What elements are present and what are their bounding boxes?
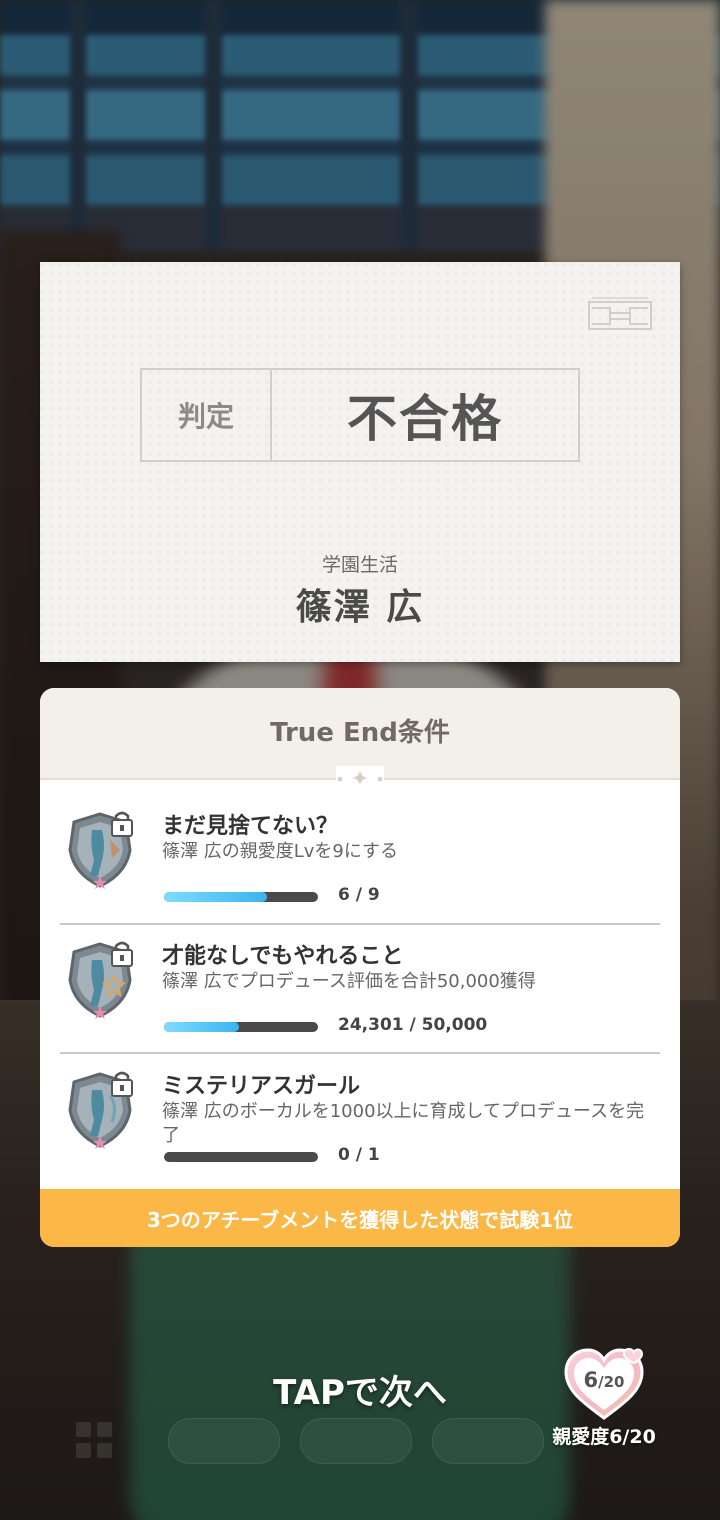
achievement-description: 篠澤 広の親愛度Lvを9にする bbox=[162, 841, 399, 862]
achievement-progress-fill bbox=[164, 1022, 239, 1032]
affection-value: 6 bbox=[583, 1368, 599, 1392]
achievement-progress-text: 24,301 / 50,000 bbox=[338, 1015, 488, 1035]
result-card: 判定 不合格 学園生活 篠澤 広 bbox=[40, 262, 680, 662]
verdict-box: 判定 不合格 bbox=[140, 368, 580, 462]
achievement-item[interactable]: ミステリアスガール 篠澤 広のボーカルを1000以上に育成してプロデュースを完了… bbox=[60, 1058, 660, 1188]
affection-count: 6/20 bbox=[562, 1368, 646, 1392]
achievement-description: 篠澤 広のボーカルを1000以上に育成してプロデュースを完了 bbox=[162, 1101, 645, 1146]
panel-title: True End条件 bbox=[270, 718, 450, 748]
achievement-progress-fill bbox=[164, 892, 267, 902]
achievement-title: 才能なしでもやれること bbox=[162, 944, 404, 969]
achievement-badge-icon bbox=[68, 1071, 133, 1149]
affection-label: 親愛度6/20 bbox=[552, 1426, 656, 1448]
verdict-value: 不合格 bbox=[347, 390, 503, 448]
affection-indicator[interactable]: 6/20 親愛度6/20 bbox=[548, 1346, 660, 1450]
ghost-toolbar-button bbox=[168, 1418, 280, 1464]
true-end-condition-footer: 3つのアチーブメントを獲得した状態で試験1位 bbox=[40, 1189, 680, 1247]
subject-label: 学園生活 bbox=[321, 554, 398, 576]
affection-max: /20 bbox=[598, 1373, 625, 1391]
achievement-title: まだ見捨てない？ bbox=[162, 814, 339, 839]
ghost-menu-icon bbox=[76, 1422, 112, 1458]
ghost-toolbar-button bbox=[432, 1418, 544, 1464]
achievement-item[interactable]: まだ見捨てない？ 篠澤 広の親愛度Lvを9にする 6 / 9 bbox=[60, 798, 660, 928]
achievement-progress-bar bbox=[164, 1022, 318, 1032]
lock-icon bbox=[111, 811, 133, 837]
achievement-item[interactable]: 才能なしでもやれること 篠澤 広でプロデュース評価を合計50,000獲得 24,… bbox=[60, 928, 660, 1058]
verdict-label: 判定 bbox=[142, 370, 272, 460]
sparkle-icon: • ✦ • bbox=[335, 766, 385, 792]
true-end-panel: True End条件 • ✦ • まだ見捨てない？ 篠澤 広の親愛度Lvを9にする … bbox=[40, 688, 680, 1247]
idol-name: 篠澤 広 bbox=[295, 587, 425, 628]
achievement-progress-text: 0 / 1 bbox=[338, 1145, 380, 1165]
achievement-description: 篠澤 広でプロデュース評価を合計50,000獲得 bbox=[162, 971, 536, 992]
achievement-progress-bar bbox=[164, 1152, 318, 1162]
lock-icon bbox=[111, 941, 133, 967]
achievement-progress-text: 6 / 9 bbox=[338, 885, 380, 905]
achievement-badge-icon bbox=[68, 811, 133, 889]
achievement-badge-icon bbox=[68, 941, 133, 1019]
achievement-progress-bar bbox=[164, 892, 318, 902]
achievement-divider bbox=[60, 923, 660, 925]
achievement-title: ミステリアスガール bbox=[162, 1074, 361, 1099]
lock-icon bbox=[111, 1071, 133, 1097]
stamp-icon bbox=[588, 297, 652, 330]
achievement-divider bbox=[60, 1052, 660, 1054]
ghost-toolbar-button bbox=[300, 1418, 412, 1464]
